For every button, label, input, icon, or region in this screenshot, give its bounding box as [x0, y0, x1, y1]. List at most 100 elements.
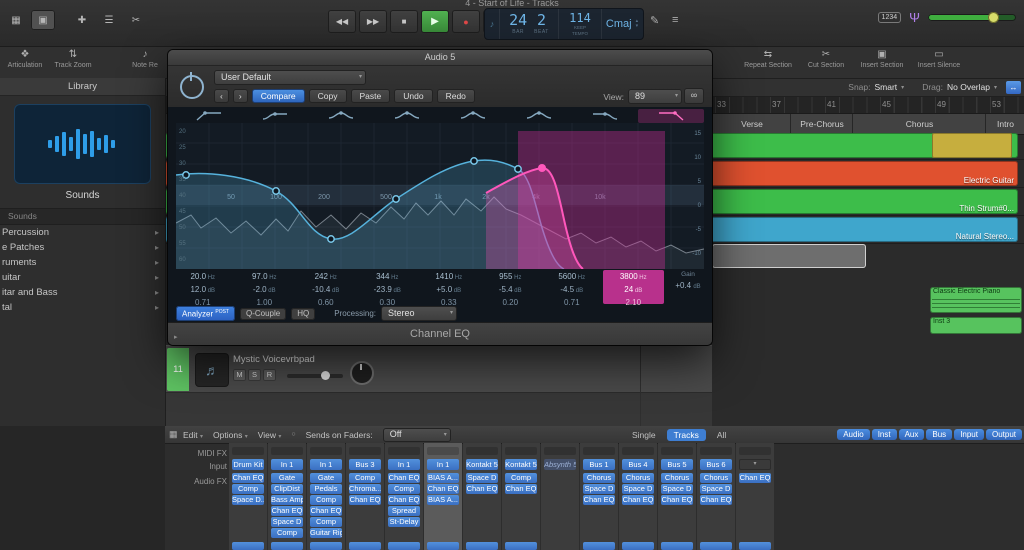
send-slot[interactable] — [271, 542, 303, 550]
send-slot[interactable] — [427, 542, 459, 550]
copy-button[interactable]: Copy — [308, 89, 347, 103]
track-volume-knob[interactable] — [321, 371, 330, 380]
sends-power-icon[interactable]: ○ — [291, 431, 295, 438]
audio-region[interactable] — [712, 244, 866, 268]
mixer-channel-strip[interactable]: Kontakt 5 Comp Chan EQ — [502, 443, 540, 550]
library-item[interactable]: Percussion ▸ — [0, 225, 165, 240]
audio-fx-slot[interactable]: Space D — [466, 473, 498, 483]
hq-button[interactable]: HQ — [291, 307, 316, 320]
library-item[interactable]: e Patches ▸ — [0, 240, 165, 255]
lcd-key[interactable]: Cmaj ▴ ▾ — [602, 9, 642, 39]
marker-intro[interactable]: Intro — [985, 114, 1024, 134]
audio-fx-slot[interactable]: Space D — [661, 484, 693, 494]
eq-band-8-icon[interactable] — [638, 109, 704, 123]
input-slot[interactable]: Kontakt 5 — [505, 459, 537, 470]
audio-fx-slot[interactable]: Comp — [349, 473, 381, 483]
audio-fx-slot[interactable]: Chan EQ — [583, 495, 615, 505]
solo-button[interactable]: S — [248, 369, 261, 381]
view-tab-all[interactable]: All — [710, 429, 733, 441]
send-slot[interactable] — [349, 542, 381, 550]
play-button[interactable]: ▶ — [421, 10, 449, 33]
mixer-grid-icon[interactable]: ▦ — [169, 429, 178, 440]
filter-inst[interactable]: Inst — [871, 429, 897, 440]
power-button[interactable] — [180, 72, 204, 99]
mixer-channel-strip[interactable]: Bus 5 Chorus Space D Chan EQ — [658, 443, 696, 550]
cut-section-button[interactable]: ✂ Cut Section — [800, 48, 852, 69]
send-slot[interactable] — [700, 542, 732, 550]
track-name[interactable]: Mystic Voicevrbpad — [233, 354, 315, 365]
input-slot[interactable]: Kontakt 5 — [466, 459, 498, 470]
midi-fx-slot[interactable] — [466, 447, 498, 455]
list-editor-icon[interactable]: ≡ — [672, 14, 678, 26]
audio-region[interactable] — [932, 133, 1012, 158]
mixer-channel-strip[interactable]: In 1 Gate ClipDist Bass Amp Chan EQ Space D Co… — [268, 443, 306, 550]
midi-region[interactable]: Classic Electric Piano — [930, 287, 1022, 313]
track-volume-slider[interactable] — [287, 371, 343, 380]
mute-button[interactable]: M — [233, 369, 246, 381]
quick-help-icon[interactable]: ▦ — [4, 10, 28, 30]
note-repe-tool[interactable]: ♪ Note Re — [120, 48, 170, 69]
menu-options[interactable]: Options ▾ — [213, 430, 248, 440]
audio-fx-slot[interactable]: St-Delay — [388, 517, 420, 527]
mixer-channel-strip[interactable]: Bus 3 Comp Chroma... Chan EQ — [346, 443, 384, 550]
audio-fx-slot[interactable]: Chorus — [622, 473, 654, 483]
audio-fx-slot[interactable]: Guitar Rig — [310, 528, 342, 538]
eq-band-6-icon[interactable] — [506, 109, 572, 123]
tuning-fork-icon[interactable]: Ψ — [909, 10, 920, 25]
audio-fx-slot[interactable]: Chan EQ — [310, 506, 342, 516]
rewind-button[interactable]: ◀◀ — [328, 10, 356, 33]
audio-fx-slot[interactable]: BIAS A... — [427, 495, 459, 505]
midi-fx-slot[interactable] — [505, 447, 537, 455]
audio-fx-slot[interactable]: Chan EQ — [388, 495, 420, 505]
midi-fx-slot[interactable] — [661, 447, 693, 455]
input-slot[interactable]: In 1 — [427, 459, 459, 470]
audio-fx-slot[interactable]: ClipDist — [271, 484, 303, 494]
insert-silence-button[interactable]: ▭ Insert Silence — [910, 48, 968, 69]
filter-bus[interactable]: Bus — [926, 429, 953, 440]
audio-fx-slot[interactable]: Chan EQ — [661, 495, 693, 505]
audio-fx-slot[interactable]: Chan EQ — [271, 506, 303, 516]
patch-preview-card[interactable] — [14, 104, 151, 184]
send-slot[interactable] — [466, 542, 498, 550]
audio-fx-slot[interactable]: Chan EQ — [388, 473, 420, 483]
audio-fx-slot[interactable]: Gate — [271, 473, 303, 483]
audio-fx-slot[interactable]: Chan EQ — [700, 495, 732, 505]
send-slot[interactable] — [310, 542, 342, 550]
audio-fx-slot[interactable]: Chorus — [583, 473, 615, 483]
filter-audio[interactable]: Audio — [837, 429, 870, 440]
midi-fx-slot[interactable] — [388, 447, 420, 455]
audio-fx-slot[interactable]: Chan EQ — [622, 495, 654, 505]
input-slot[interactable]: Bus 1 — [583, 459, 615, 470]
pointer-tool-icon[interactable]: ✚ — [70, 10, 94, 30]
stop-button[interactable]: ■ — [390, 10, 418, 33]
midi-fx-slot[interactable] — [622, 447, 654, 455]
mixer-channel-strip[interactable]: In 1 Gate Pedals Comp Chan EQ Comp Guitar Rig — [307, 443, 345, 550]
eq-band-7-readout[interactable]: 5600 Hz -4.5 dB 0.71 — [541, 270, 603, 307]
mixer-channel-strip[interactable]: Drum Kit Chan EQ Comp Space D... — [229, 443, 267, 550]
input-slot[interactable]: Absynth 5 — [544, 459, 576, 470]
master-volume-knob[interactable] — [988, 12, 999, 23]
undo-button[interactable]: Undo — [394, 89, 433, 103]
next-preset-button[interactable]: › — [232, 89, 248, 103]
audio-fx-slot[interactable]: Comp — [310, 495, 342, 505]
midi-fx-slot[interactable] — [583, 447, 615, 455]
audio-fx-slot[interactable]: Chan EQ — [466, 484, 498, 494]
audio-fx-slot[interactable]: Chroma... — [349, 484, 381, 494]
filter-output[interactable]: Output — [985, 429, 1022, 440]
marker-verse[interactable]: Verse — [712, 114, 791, 134]
mixer-channel-strip[interactable]: Absynth 5 — [541, 443, 579, 550]
midi-fx-slot[interactable] — [232, 447, 264, 455]
audio-fx-slot[interactable]: Space D — [271, 517, 303, 527]
audio-fx-slot[interactable]: Comp — [388, 484, 420, 494]
view-dropdown[interactable]: 89 ▾ — [628, 89, 682, 104]
eq-band-4-readout[interactable]: 344 Hz -23.9 dB 0.30 — [357, 270, 419, 307]
record-enable-button[interactable]: R — [263, 369, 276, 381]
automation-icon[interactable]: ☰ — [97, 10, 121, 30]
library-item[interactable]: itar and Bass ▸ — [0, 285, 165, 300]
mixer-channel-strip[interactable]: ▾ Chan EQ — [736, 443, 774, 550]
input-slot[interactable]: Bus 6 — [700, 459, 732, 470]
library-item[interactable]: uitar ▸ — [0, 270, 165, 285]
mixer-channel-strip[interactable]: Bus 1 Chorus Space D Chan EQ — [580, 443, 618, 550]
mixer-channel-strip[interactable]: In 1 BIAS A... Chan EQ BIAS A... — [424, 443, 462, 550]
audio-fx-slot[interactable]: Comp — [505, 473, 537, 483]
